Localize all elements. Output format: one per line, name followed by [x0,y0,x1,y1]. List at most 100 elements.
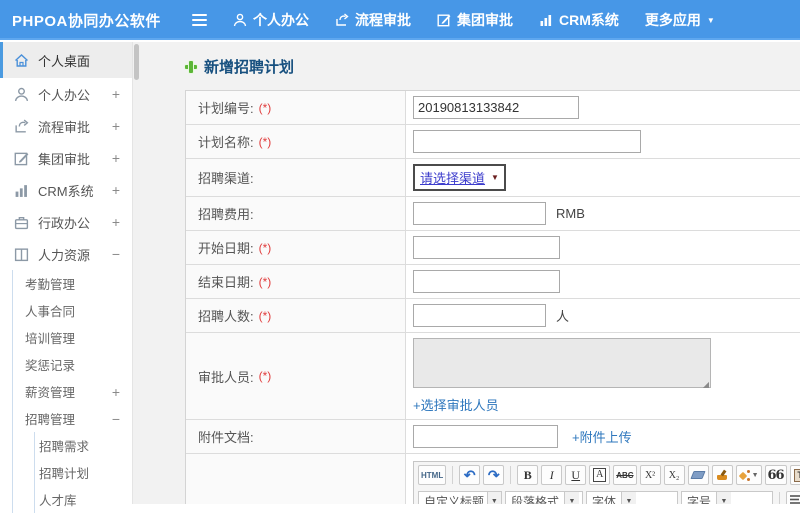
hr-submenu: 考勤管理 人事合同 培训管理 奖惩记录 薪资管理+ 招聘管理− 招聘需求 招聘计… [12,270,132,513]
sidebar-item-attendance[interactable]: 考勤管理 [13,270,132,297]
required-mark: (*) [259,135,272,149]
attachment-upload-link[interactable]: +附件上传 [572,427,632,446]
nav-item-workflow-approval[interactable]: 流程审批 [335,10,411,30]
heading-select[interactable]: 自定义标题▼ [418,491,502,504]
select-approvers-link[interactable]: +选择审批人员 [413,398,499,413]
autotypeset-icon[interactable]: ▼ [736,465,762,485]
recruitment-submenu: 招聘需求 招聘计划 人才库 [34,432,132,513]
hamburger-menu-icon[interactable] [192,14,207,26]
expand-plus-icon[interactable]: + [112,118,120,134]
sidebar-item-salary[interactable]: 薪资管理+ [13,378,132,405]
redo-icon[interactable]: ↷ [483,465,504,485]
italic-icon[interactable]: I [541,465,562,485]
cost-input[interactable] [413,202,546,225]
nav-item-group-approval[interactable]: 集团审批 [437,10,513,30]
end-date-input[interactable] [413,270,560,293]
edit-approval-icon [437,13,451,27]
sidebar-item-rewards[interactable]: 奖惩记录 [13,351,132,378]
blockquote-icon[interactable]: 66 [765,465,787,485]
briefcase-icon [14,215,29,230]
expand-plus-icon[interactable]: + [112,182,120,198]
channel-select[interactable]: 请选择渠道 ▼ [413,164,506,191]
form-row-cost: 招聘费用: RMB [186,197,800,231]
sidebar-item-personal-desktop[interactable]: 个人桌面 [0,42,132,78]
subscript-icon[interactable]: X₂ [664,465,685,485]
paragraph-select[interactable]: 段落格式▼ [505,491,583,504]
expand-plus-icon[interactable]: + [112,384,120,400]
required-mark: (*) [259,101,272,115]
required-mark: (*) [259,309,272,323]
bar-chart-icon [539,13,553,27]
nav-item-more-apps[interactable]: 更多应用 ▼ [645,10,715,30]
sidebar-item-human-resources[interactable]: 人力资源 − [0,238,132,270]
chevron-down-icon: ▼ [621,492,636,504]
html-source-button[interactable]: HTML [418,465,446,485]
headcount-input[interactable] [413,304,546,327]
sidebar-item-group-approval[interactable]: 集团审批 + [0,142,132,174]
undo-icon[interactable]: ↶ [459,465,480,485]
align-left-icon[interactable] [786,491,800,504]
form-row-attachment: 附件文档: +附件上传 [186,420,800,454]
sidebar-item-crm[interactable]: CRM系统 + [0,174,132,206]
format-brush-icon[interactable] [712,465,733,485]
sidebar-item-recruitment[interactable]: 招聘管理− [13,405,132,432]
plan-name-input[interactable] [413,130,641,153]
editor-toolbar-row1: HTML ↶ ↷ B I U A ABC X² X₂ ▼ [414,462,800,488]
nav-item-crm[interactable]: CRM系统 [539,10,619,30]
bar-chart-icon [14,183,29,198]
book-icon [14,247,29,262]
strikethrough-icon[interactable]: ABC [613,465,636,485]
recruit-plan-form: 计划编号:(*) 计划名称:(*) 招聘渠道: 请选择渠道 ▼ 招聘费用: RM… [185,90,800,504]
currency-suffix: RMB [556,206,585,221]
expand-plus-icon[interactable]: + [112,214,120,230]
sidebar-scrollbar[interactable] [133,42,140,504]
person-icon [233,13,247,27]
sidebar-item-admin-office[interactable]: 行政办公 + [0,206,132,238]
form-row-approvers: 审批人员:(*) ◢ +选择审批人员 [186,333,800,420]
editor-toolbar-row2: 自定义标题▼ 段落格式▼ 字体▼ 字号▼ [414,488,800,504]
required-mark: (*) [259,241,272,255]
form-row-plan-number: 计划编号:(*) [186,91,800,125]
sidebar-item-talent-pool[interactable]: 人才库 [35,486,132,513]
start-date-input[interactable] [413,236,560,259]
expand-plus-icon[interactable]: + [112,86,120,102]
chevron-down-icon: ▼ [716,492,731,504]
scrollbar-thumb[interactable] [134,44,139,80]
sidebar-item-training[interactable]: 培训管理 [13,324,132,351]
sidebar-item-recruit-demand[interactable]: 招聘需求 [35,432,132,459]
chevron-down-icon: ▼ [707,16,715,25]
required-mark: (*) [259,275,272,289]
home-icon [14,53,29,68]
collapse-minus-icon[interactable]: − [112,246,120,262]
top-navbar: PHPOA协同办公软件 个人办公 流程审批 集团审批 CRM系统 更多应用 ▼ [0,0,800,40]
sidebar-item-hr-contract[interactable]: 人事合同 [13,297,132,324]
page-title: 新增招聘计划 [185,56,800,77]
sidebar-item-workflow-approval[interactable]: 流程审批 + [0,110,132,142]
superscript-icon[interactable]: X² [640,465,661,485]
sidebar-item-personal-office[interactable]: 个人办公 + [0,78,132,110]
sidebar: 个人桌面 个人办公 + 流程审批 + 集团审批 + CRM系统 + 行政办公 +… [0,42,133,504]
form-row-start-date: 开始日期:(*) [186,231,800,265]
font-family-select[interactable]: 字体▼ [586,491,678,504]
approvers-textarea[interactable] [413,338,711,388]
eraser-icon[interactable] [688,465,709,485]
form-row-editor: HTML ↶ ↷ B I U A ABC X² X₂ ▼ [186,454,800,504]
form-row-plan-name: 计划名称:(*) [186,125,800,159]
chevron-down-icon: ▼ [487,492,501,504]
required-mark: (*) [259,369,272,383]
expand-plus-icon[interactable]: + [112,150,120,166]
form-row-end-date: 结束日期:(*) [186,265,800,299]
underline-icon[interactable]: U [565,465,586,485]
chevron-down-icon: ▼ [491,173,499,182]
font-size-select[interactable]: 字号▼ [681,491,773,504]
form-row-headcount: 招聘人数:(*) 人 [186,299,800,333]
bold-icon[interactable]: B [517,465,538,485]
paste-text-icon[interactable]: T [790,465,800,485]
nav-item-personal-office[interactable]: 个人办公 [233,10,309,30]
sidebar-item-recruit-plan[interactable]: 招聘计划 [35,459,132,486]
attachment-input[interactable] [413,425,558,448]
font-border-icon[interactable]: A [589,465,610,485]
plan-number-input[interactable] [413,96,579,119]
main-content: 新增招聘计划 计划编号:(*) 计划名称:(*) 招聘渠道: 请选择渠道 ▼ 招… [140,42,800,504]
collapse-minus-icon[interactable]: − [112,411,120,427]
